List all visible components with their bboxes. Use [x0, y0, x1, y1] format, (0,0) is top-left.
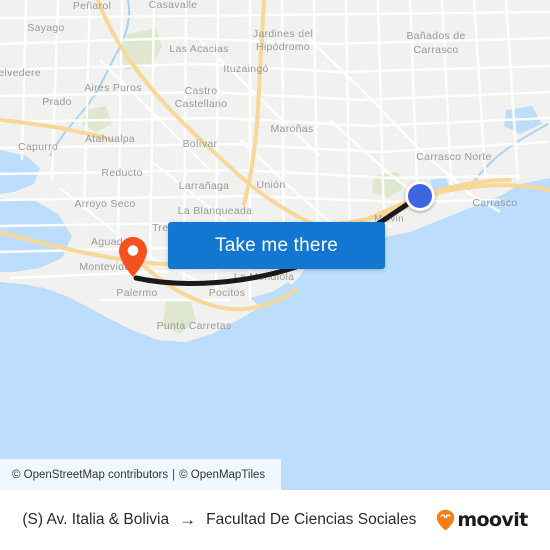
map-label: Las Acacias [169, 43, 228, 55]
take-me-there-button[interactable]: Take me there [168, 222, 385, 269]
map-label: Hipódromo [256, 41, 310, 53]
arrow-right-icon: → [179, 510, 197, 529]
map-label: Unión [257, 179, 286, 191]
map-label: Carrasco [414, 44, 459, 56]
map-label: Ituzaingó [223, 63, 268, 75]
map-label: La Blanqueada [178, 205, 253, 217]
trip-origin-label: (S) Av. Italia & Bolivia [22, 511, 170, 528]
map-label: Casavalle [149, 0, 198, 11]
trip-summary-footer: (S) Av. Italia & Bolivia → Facultad De C… [0, 490, 550, 550]
trip-summary-inner: (S) Av. Italia & Bolivia → Facultad De C… [22, 509, 528, 531]
destination-marker[interactable] [405, 181, 435, 211]
map-label: Bolívar [183, 138, 218, 150]
map-label: Castellano [175, 98, 228, 110]
map-label: Bañados de [406, 30, 465, 42]
map-label: Prado [42, 96, 72, 108]
map-label: Atahualpa [85, 133, 135, 145]
moovit-wordmark: moovit [457, 509, 528, 531]
attribution-openmaptiles[interactable]: © OpenMapTiles [179, 469, 265, 481]
moovit-logo[interactable]: moovit [436, 509, 528, 531]
map-label: Peñarol [73, 0, 111, 12]
trip-destination-label: Facultad De Ciencias Sociales [206, 511, 417, 528]
map-viewport[interactable]: Peñarol Casavalle Sayago Las Acacias Jar… [0, 0, 550, 490]
map-label: Reducto [101, 167, 142, 179]
map-label: Larrañaga [179, 180, 230, 192]
map-label: Pocitos [209, 287, 246, 299]
map-label: Maroñas [271, 123, 314, 135]
map-label: Aires Puros [84, 82, 142, 94]
map-label: Capurro [18, 141, 58, 153]
map-pin-icon [119, 237, 147, 277]
map-label: Sayago [27, 22, 64, 34]
attribution-separator: | [172, 468, 176, 481]
map-label: Arroyo Seco [74, 198, 135, 210]
map-label: Carrasco Norte [416, 151, 491, 163]
map-label: Jardines del [253, 28, 313, 40]
map-label: Punta Carretas [157, 320, 232, 332]
map-label: Belvedere [0, 67, 41, 79]
map-label: Carrasco [473, 197, 518, 209]
map-label: Castro [185, 85, 218, 97]
map-attribution: © OpenStreetMap contributors | © OpenMap… [0, 459, 281, 490]
map-label: Palermo [116, 287, 157, 299]
moovit-pin-icon [437, 509, 455, 531]
origin-marker[interactable] [118, 236, 148, 278]
attribution-osm[interactable]: © OpenStreetMap contributors [12, 469, 168, 481]
moovit-trip-map-screen: Peñarol Casavalle Sayago Las Acacias Jar… [0, 0, 550, 550]
